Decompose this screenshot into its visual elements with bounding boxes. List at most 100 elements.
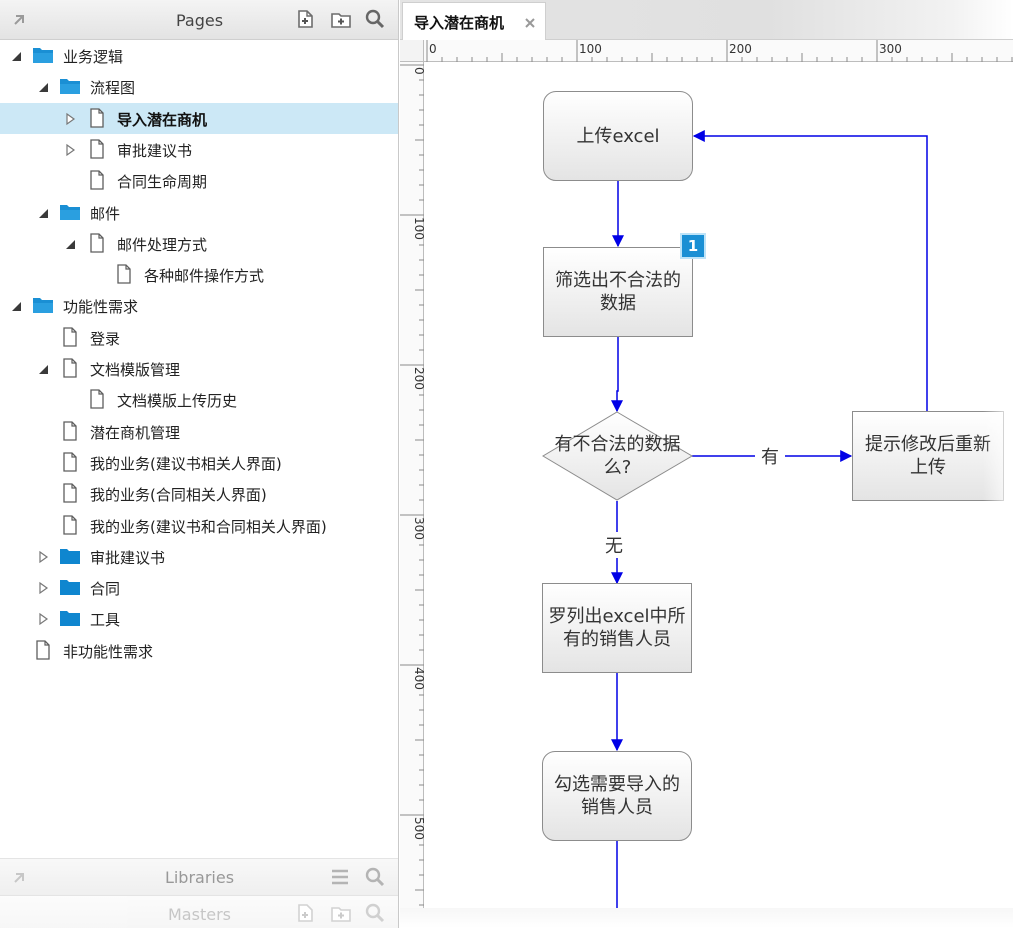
add-page-icon[interactable] — [294, 8, 316, 30]
folder-open-icon — [59, 76, 81, 96]
page-icon — [86, 170, 108, 190]
expanded-arrow-icon[interactable] — [63, 237, 77, 251]
masters-add-folder-icon[interactable] — [330, 902, 352, 924]
tree-item-label: 合同 — [90, 580, 121, 598]
tab-import-opportunities[interactable]: 导入潜在商机 — [402, 2, 546, 40]
search-icon[interactable] — [364, 8, 386, 30]
flow-node-decision[interactable]: 有不合法的数据么? — [542, 411, 693, 501]
edge-label-yes: 有 — [755, 443, 785, 469]
tree-item-label: 非功能性需求 — [63, 643, 154, 661]
expanded-arrow-icon[interactable] — [9, 299, 23, 313]
flow-node-list-sales-label: 罗列出excel中所有的销售人员 — [548, 606, 686, 650]
page-icon — [86, 233, 108, 253]
flow-node-reupload-prompt[interactable]: 提示修改后重新上传 — [852, 411, 1004, 501]
diagram-canvas[interactable]: 上传excel 筛选出不合法的数据 1 有不合法的数据么? 有 无 提示修改后重… — [425, 63, 1013, 910]
pages-panel-header: Pages — [0, 0, 398, 40]
expanded-arrow-icon[interactable] — [36, 362, 50, 376]
folder-closed-icon — [59, 546, 81, 566]
ruler-label: 0 — [429, 42, 437, 56]
horizontal-ruler: 0 100 200 300 — [424, 40, 1013, 62]
ruler-label: 0 — [412, 67, 424, 75]
edge-label-no: 无 — [599, 532, 629, 558]
expanded-arrow-icon[interactable] — [9, 49, 23, 63]
ruler-label: 400 — [412, 667, 424, 690]
close-icon[interactable] — [524, 15, 536, 28]
libraries-search-icon[interactable] — [364, 866, 386, 888]
tree-item-label: 功能性需求 — [63, 298, 139, 316]
tree-item[interactable]: 登录 — [0, 322, 398, 353]
tree-item[interactable]: 非功能性需求 — [0, 635, 398, 666]
ruler-label: 200 — [729, 42, 752, 56]
collapsed-arrow-icon[interactable] — [36, 581, 50, 595]
tree-item[interactable]: 我的业务(建议书和合同相关人界面) — [0, 510, 398, 541]
tab-strip: 导入潜在商机 — [400, 0, 1013, 40]
connector-filter-to-decision[interactable] — [611, 337, 623, 413]
vertical-ruler-ticks: 0 100 200 300 400 500 — [400, 64, 424, 906]
vertical-ruler: 0 100 200 300 400 500 — [400, 62, 424, 910]
expanded-arrow-icon[interactable] — [36, 206, 50, 220]
diagram-editor: 导入潜在商机 0 100 200 300 0 100 200 300 400 500 — [400, 0, 1013, 928]
tree-item[interactable]: 我的业务(合同相关人界面) — [0, 478, 398, 509]
page-icon — [86, 108, 108, 128]
tree-item[interactable]: 各种邮件操作方式 — [0, 259, 398, 290]
connector-reupload-to-upload[interactable] — [692, 130, 928, 411]
tree-item-label: 业务逻辑 — [63, 48, 124, 66]
ruler-label: 200 — [412, 367, 424, 390]
tree-item[interactable]: 导入潜在商机 — [0, 103, 398, 134]
tree-item[interactable]: 合同生命周期 — [0, 165, 398, 196]
add-folder-icon[interactable] — [330, 8, 352, 30]
page-icon — [59, 452, 81, 472]
tree-item[interactable]: 审批建议书 — [0, 541, 398, 572]
tree-item[interactable]: 合同 — [0, 572, 398, 603]
tree-item[interactable]: 工具 — [0, 603, 398, 634]
tree-item[interactable]: 流程图 — [0, 71, 398, 102]
libraries-panel-header: Libraries — [0, 858, 398, 896]
flow-node-list-sales[interactable]: 罗列出excel中所有的销售人员 — [542, 583, 692, 673]
tree-item[interactable]: 业务逻辑 — [0, 40, 398, 71]
tree-item[interactable]: 潜在商机管理 — [0, 416, 398, 447]
tree-item-label: 各种邮件操作方式 — [144, 267, 265, 285]
tree-item[interactable]: 文档模版上传历史 — [0, 384, 398, 415]
tree-item[interactable]: 功能性需求 — [0, 290, 398, 321]
folder-open-icon — [59, 202, 81, 222]
tree-item-label: 工具 — [90, 611, 121, 629]
flow-node-select-sales-label: 勾选需要导入的销售人员 — [554, 774, 680, 818]
tree-item-label: 文档模版管理 — [90, 361, 181, 379]
tab-label: 导入潜在商机 — [414, 14, 505, 32]
folder-closed-icon — [59, 577, 81, 597]
masters-search-icon[interactable] — [364, 902, 386, 924]
tree-item[interactable]: 我的业务(建议书相关人界面) — [0, 447, 398, 478]
flow-node-upload-excel[interactable]: 上传excel — [543, 91, 693, 181]
pages-panel: Pages 业务逻辑 流程图 导入潜在商机 审批建议书 合同生命周期 邮件 邮件处理方式 各种… — [0, 0, 399, 928]
tree-item-label: 审批建议书 — [90, 549, 166, 567]
collapsed-arrow-icon[interactable] — [63, 112, 77, 126]
menu-icon[interactable] — [329, 866, 351, 888]
collapsed-arrow-icon[interactable] — [63, 143, 77, 157]
tree-item-label: 邮件 — [90, 205, 121, 223]
tree-item-label: 合同生命周期 — [117, 173, 208, 191]
tree-item[interactable]: 审批建议书 — [0, 134, 398, 165]
horizontal-ruler-ticks: 0 100 200 300 — [426, 40, 1013, 62]
collapsed-arrow-icon[interactable] — [36, 550, 50, 564]
masters-panel-header: Masters — [0, 896, 398, 928]
page-icon — [113, 264, 135, 284]
ruler-corner — [400, 40, 424, 62]
tree-item-label: 导入潜在商机 — [117, 111, 208, 129]
page-icon — [32, 640, 54, 660]
tree-item[interactable]: 邮件处理方式 — [0, 228, 398, 259]
page-icon — [59, 515, 81, 535]
collapsed-arrow-icon[interactable] — [36, 612, 50, 626]
annotation-badge[interactable]: 1 — [680, 233, 706, 259]
ruler-label: 100 — [579, 42, 602, 56]
page-icon — [86, 139, 108, 159]
page-icon — [59, 483, 81, 503]
page-tree: 业务逻辑 流程图 导入潜在商机 审批建议书 合同生命周期 邮件 邮件处理方式 各种邮件操作方式… — [0, 40, 398, 858]
tree-item[interactable]: 邮件 — [0, 197, 398, 228]
page-icon — [59, 421, 81, 441]
expanded-arrow-icon[interactable] — [36, 80, 50, 94]
tree-item[interactable]: 文档模版管理 — [0, 353, 398, 384]
masters-add-icon[interactable] — [294, 902, 316, 924]
tree-item-label: 流程图 — [90, 79, 136, 97]
flow-node-select-sales[interactable]: 勾选需要导入的销售人员 — [542, 751, 692, 841]
flow-node-filter-invalid[interactable]: 筛选出不合法的数据 — [543, 247, 693, 337]
